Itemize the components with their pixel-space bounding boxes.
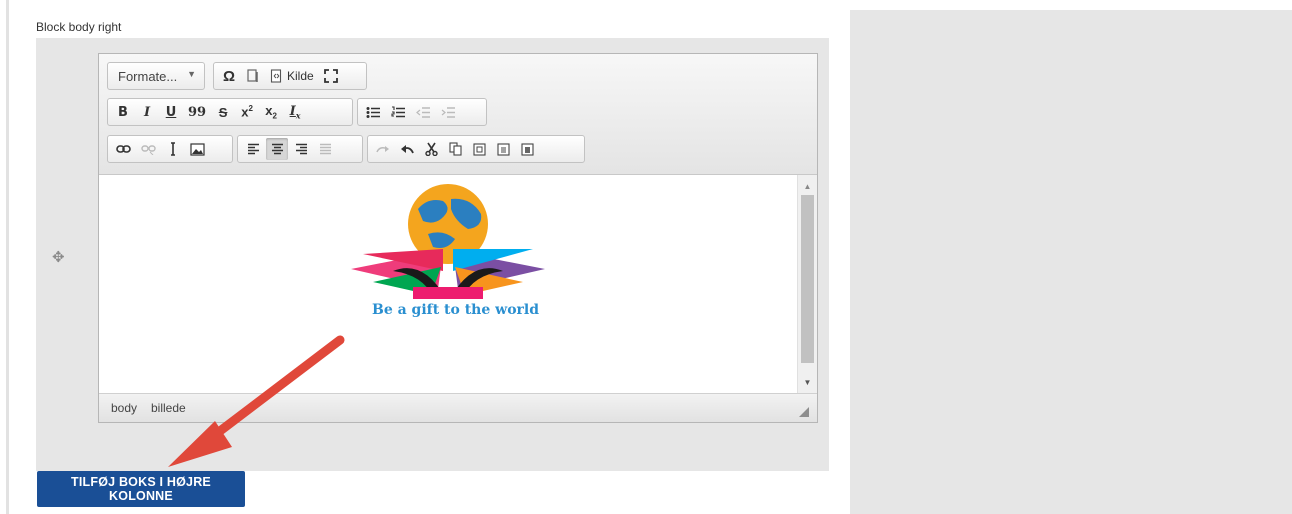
italic-button[interactable]: I [136,101,158,123]
list-group [357,98,487,126]
source-label: Kilde [287,69,314,83]
indent-button[interactable] [437,101,460,123]
scroll-down-icon[interactable]: ▼ [798,375,817,389]
insert-group: Ω Kilde [213,62,367,90]
path-billede[interactable]: billede [151,401,186,415]
justify-button[interactable] [314,138,336,160]
field-label: Block body right [36,20,122,34]
right-column-panel [850,10,1292,514]
unlink-icon [141,145,156,155]
page-break-button[interactable] [242,65,264,87]
align-center-icon [271,143,283,155]
scroll-thumb[interactable] [801,195,814,363]
bullet-list-button[interactable] [362,101,385,123]
page-break-icon [247,69,258,82]
resize-handle-icon[interactable] [799,407,809,417]
strikethrough-button[interactable]: S [212,101,234,123]
undo-button[interactable] [396,138,418,160]
align-left-button[interactable] [242,138,264,160]
superscript-icon: x2 [241,104,253,120]
image-icon [190,142,205,156]
justify-icon [319,143,331,155]
bold-icon: B [118,104,128,120]
outdent-icon [416,106,430,118]
subscript-icon: x2 [265,103,277,121]
editor-scrollbar[interactable]: ▲ ▼ [797,175,817,393]
cut-icon [424,142,438,156]
quote-icon: 99 [188,104,207,120]
underline-icon: U [165,104,177,120]
redo-button[interactable] [372,138,394,160]
align-right-button[interactable] [290,138,312,160]
paste-button[interactable] [468,138,490,160]
align-center-button[interactable] [266,138,288,160]
redo-icon [376,146,389,153]
underline-button[interactable]: U [160,101,182,123]
numbered-list-button[interactable] [387,101,410,123]
move-handle-icon[interactable]: ✥ [52,248,65,266]
link-icon [116,145,131,153]
bold-button[interactable]: B [112,101,134,123]
align-left-icon [247,143,259,155]
basic-styles-group: B I U 99 S x2 x2 Ix [107,98,353,126]
maximize-icon [323,69,338,83]
align-group [237,135,363,163]
subscript-button[interactable]: x2 [260,101,282,123]
cut-button[interactable] [420,138,442,160]
italic-icon: I [143,104,151,120]
logo-caption: Be a gift to the world [372,302,540,318]
unlink-button[interactable] [137,138,160,160]
image-button[interactable] [186,138,209,160]
format-dropdown-label: Formate... [118,68,178,84]
paste-icon [472,143,486,156]
numbered-list-icon [391,105,405,117]
anchor-button[interactable] [162,138,184,160]
scroll-up-icon[interactable]: ▲ [798,179,817,193]
blockquote-button[interactable]: 99 [184,101,210,123]
clipboard-group [367,135,585,163]
anchor-icon [171,142,175,156]
left-border [6,0,9,514]
remove-format-button[interactable]: Ix [284,101,306,123]
copy-button[interactable] [444,138,466,160]
paste-text-icon [496,143,510,156]
source-button[interactable]: Kilde [266,65,318,87]
editor-content-area[interactable]: Be a gift to the world [99,175,797,393]
special-char-button[interactable]: Ω [218,65,240,87]
indent-icon [441,106,455,118]
source-icon [270,69,282,83]
strikethrough-icon: S [218,104,228,120]
align-right-icon [295,143,307,155]
chevron-down-icon: ▼ [187,69,196,79]
paste-text-button[interactable] [492,138,514,160]
paste-word-icon [520,143,534,156]
rich-text-editor: Formate... ▼ Ω Kilde B I U 99 S x2 x2 Ix… [98,53,818,423]
add-right-column-block-button[interactable]: TILFØJ BOKS I HØJRE KOLONNE [37,471,245,507]
paste-word-button[interactable] [516,138,538,160]
links-group [107,135,233,163]
format-dropdown[interactable]: Formate... ▼ [107,62,205,90]
bullet-list-icon [366,106,380,118]
maximize-button[interactable] [320,65,342,87]
undo-icon [401,145,414,154]
superscript-button[interactable]: x2 [236,101,258,123]
outdent-button[interactable] [412,101,435,123]
rotary-logo-image[interactable] [343,179,553,309]
path-body[interactable]: body [111,401,137,415]
editor-statusbar: body billede [99,393,817,422]
copy-icon [448,142,462,156]
remove-format-icon: Ix [289,103,301,121]
editor-toolbar: Formate... ▼ Ω Kilde B I U 99 S x2 x2 Ix [99,54,817,175]
omega-icon: Ω [222,67,236,85]
link-button[interactable] [112,138,135,160]
